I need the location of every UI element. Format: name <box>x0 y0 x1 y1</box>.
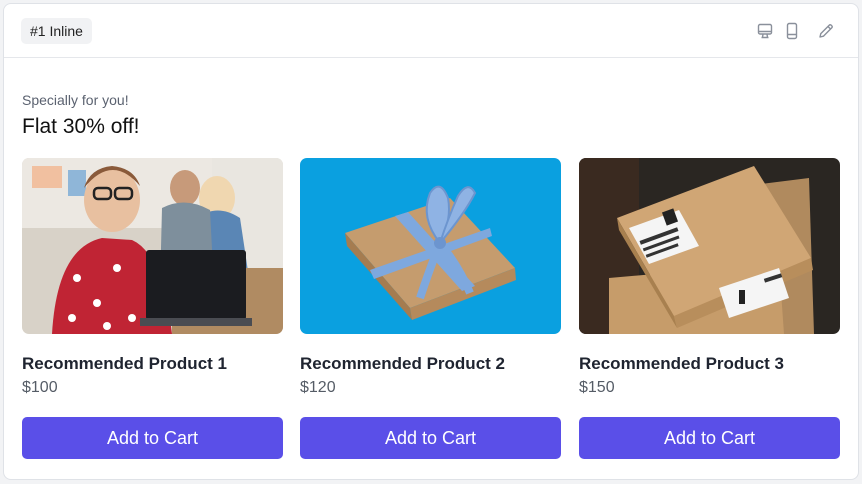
product-name: Recommended Product 1 <box>22 354 227 373</box>
gift-box-photo <box>300 158 561 334</box>
banner-headline: Flat 30% off! <box>22 115 140 138</box>
desktop-icon[interactable] <box>756 22 774 40</box>
add-to-cart-button[interactable]: Add to Cart <box>579 417 840 459</box>
mobile-icon[interactable] <box>783 22 801 40</box>
shipping-boxes-photo <box>579 158 840 334</box>
product-price: $100 <box>22 379 58 396</box>
product-price: $120 <box>300 379 336 396</box>
product-image[interactable] <box>579 158 840 334</box>
add-to-cart-button[interactable]: Add to Cart <box>300 417 561 459</box>
placement-badge: #1 Inline <box>21 18 92 44</box>
product-image[interactable] <box>300 158 561 334</box>
recommendation-card: #1 Inline Specially for you! Flat 30% of… <box>3 3 859 480</box>
card-header: #1 Inline <box>4 4 858 58</box>
product-name: Recommended Product 3 <box>579 354 784 373</box>
product-name: Recommended Product 2 <box>300 354 505 373</box>
banner-subtitle: Specially for you! <box>22 92 129 108</box>
product-image[interactable] <box>22 158 283 334</box>
product-card: Recommended Product 3 $150 Add to Cart <box>579 158 840 459</box>
product-card: Recommended Product 2 $120 Add to Cart <box>300 158 561 459</box>
woman-laptop-photo <box>22 158 283 334</box>
add-to-cart-button[interactable]: Add to Cart <box>22 417 283 459</box>
product-card: Recommended Product 1 $100 Add to Cart <box>22 158 283 459</box>
product-price: $150 <box>579 379 615 396</box>
edit-icon[interactable] <box>817 22 835 40</box>
